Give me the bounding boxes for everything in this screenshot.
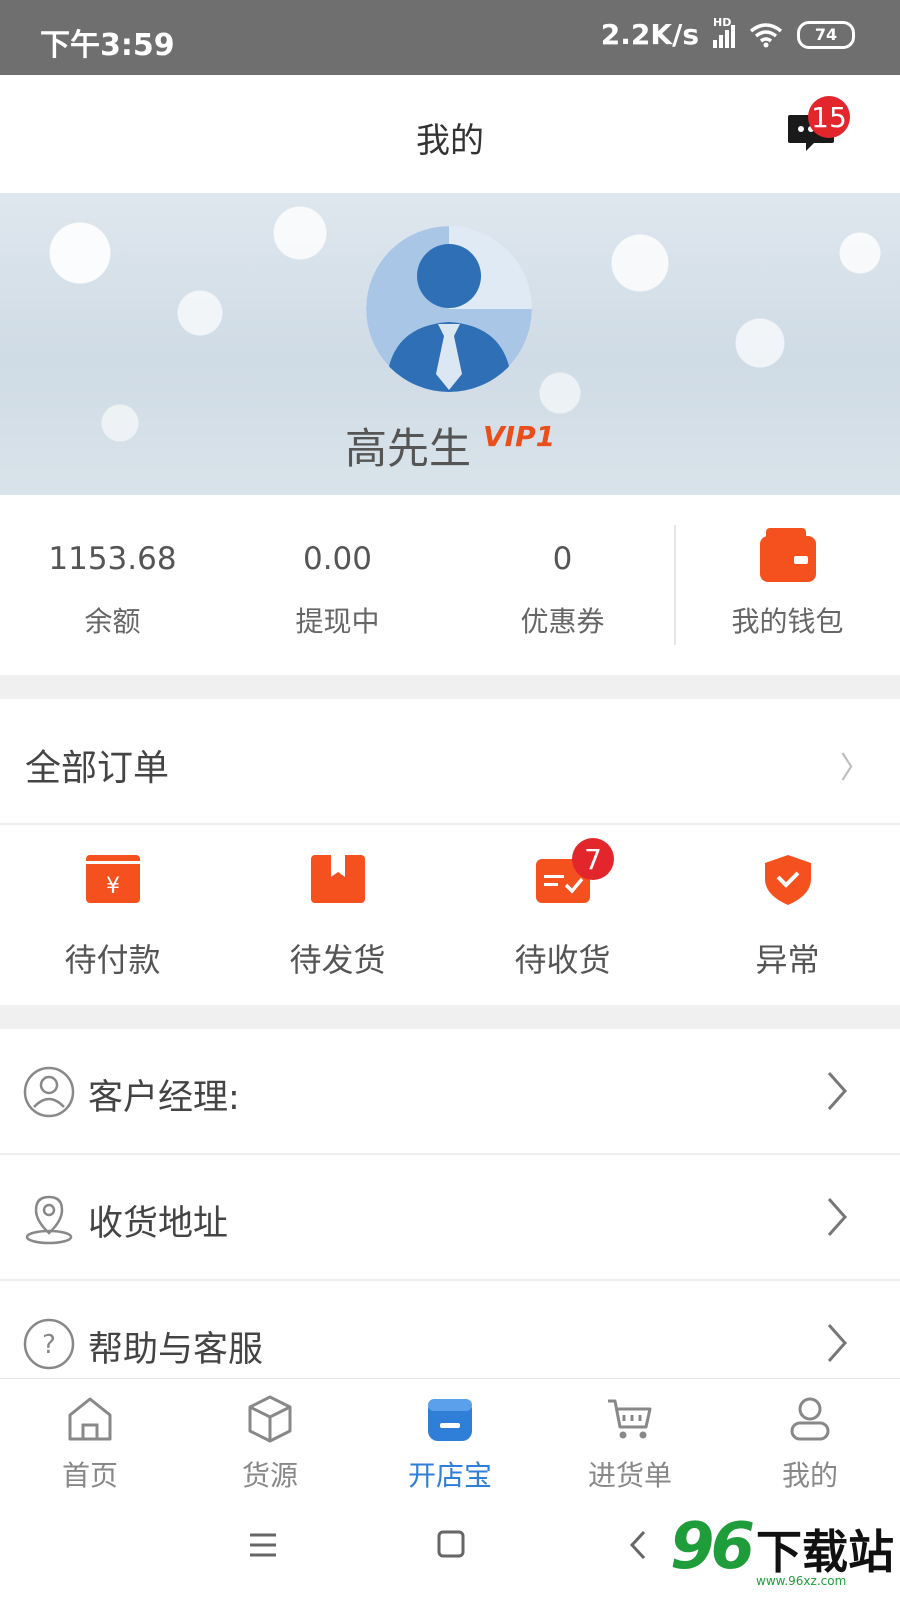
- menu-shipping-address[interactable]: 收货地址: [0, 1155, 900, 1279]
- order-status-grid: ¥ 待付款 待发货 待收货 异常: [0, 825, 900, 1005]
- order-pending-shipment[interactable]: 待发货: [225, 825, 450, 1005]
- order-pending-receipt[interactable]: 待收货: [450, 825, 675, 1005]
- wallet-icon: [760, 528, 816, 582]
- stat-value: 0: [552, 541, 573, 577]
- user-name: 高先生: [345, 424, 472, 473]
- all-orders-title: 全部订单: [25, 748, 170, 789]
- stat-coupons[interactable]: 0 优惠券: [450, 495, 675, 675]
- menu-help-service[interactable]: ? 帮助与客服: [0, 1281, 900, 1378]
- location-pin-icon: [25, 1195, 73, 1245]
- all-orders-row[interactable]: 全部订单 〉: [0, 699, 900, 823]
- chevron-right-icon: [827, 1072, 848, 1110]
- watermark-number: 96: [670, 1510, 755, 1584]
- stat-value: 0.00: [302, 541, 373, 577]
- order-label: 待发货: [289, 941, 386, 979]
- signal-icon: HD: [713, 16, 735, 48]
- tab-purchase-list[interactable]: 进货单: [540, 1379, 720, 1497]
- wifi-icon: [749, 22, 783, 47]
- tab-label: 首页: [61, 1459, 118, 1492]
- package-icon: [311, 855, 365, 903]
- tab-home[interactable]: 首页: [0, 1379, 180, 1497]
- avatar-person-icon: [366, 226, 532, 392]
- tab-label: 开店宝: [407, 1459, 492, 1492]
- menu-account-manager[interactable]: 客户经理:: [0, 1029, 900, 1153]
- help-icon: ?: [23, 1318, 75, 1370]
- bottom-tab-bar: 首页 货源 开店宝 进货单 我的: [0, 1378, 900, 1497]
- status-time: 下午3:59: [40, 28, 175, 63]
- tab-label: 货源: [241, 1459, 298, 1492]
- tab-label: 我的: [781, 1459, 838, 1492]
- svg-text:¥: ¥: [106, 874, 120, 899]
- watermark-url: www.96xz.com: [756, 1574, 847, 1588]
- section-gap: [0, 1005, 900, 1029]
- order-label: 待收货: [514, 941, 611, 979]
- order-label: 异常: [755, 941, 820, 979]
- chevron-right-icon: [827, 1198, 848, 1236]
- menu-icon[interactable]: [248, 1532, 278, 1558]
- stat-label: 优惠券: [520, 605, 605, 638]
- menu-label: 客户经理:: [88, 1078, 240, 1118]
- stat-label: 提现中: [295, 605, 380, 638]
- home-icon: [68, 1397, 112, 1441]
- watermark: 96 下载站 www.96xz.com: [670, 1510, 894, 1588]
- stat-balance[interactable]: 1153.68 余额: [0, 495, 225, 675]
- order-receipt-badge: 7: [572, 838, 614, 880]
- page-header: 我的: [0, 75, 900, 193]
- tab-mine[interactable]: 我的: [720, 1379, 900, 1497]
- shield-icon: [765, 855, 811, 905]
- store-icon: [428, 1399, 472, 1441]
- order-pending-payment[interactable]: ¥ 待付款: [0, 825, 225, 1005]
- cube-icon: [248, 1395, 292, 1443]
- pay-card-icon: ¥: [86, 855, 140, 903]
- chevron-right-icon: 〉: [840, 751, 870, 786]
- svg-text:?: ?: [42, 1330, 56, 1360]
- wallet-label: 我的钱包: [731, 605, 844, 638]
- status-indicators: 2.2K/s HD 74: [600, 16, 855, 51]
- back-icon[interactable]: [628, 1529, 648, 1561]
- wallet-button[interactable]: 我的钱包: [675, 495, 900, 675]
- stat-value: 1153.68: [48, 541, 177, 577]
- battery-indicator: 74: [797, 20, 855, 49]
- tab-label: 进货单: [587, 1459, 672, 1492]
- account-stats: 1153.68 余额 0.00 提现中 0 优惠券 我的钱包: [0, 495, 900, 675]
- message-badge: 15: [808, 96, 850, 138]
- tab-store[interactable]: 开店宝: [360, 1379, 540, 1497]
- stat-withdrawing[interactable]: 0.00 提现中: [225, 495, 450, 675]
- section-gap: [0, 675, 900, 699]
- cart-icon: [608, 1399, 652, 1439]
- avatar[interactable]: [366, 226, 532, 392]
- menu-label: 帮助与客服: [88, 1330, 264, 1370]
- tab-goods-source[interactable]: 货源: [180, 1379, 360, 1497]
- page-title: 我的: [416, 121, 484, 161]
- order-exception[interactable]: 异常: [675, 825, 900, 1005]
- hd-label: HD: [713, 15, 732, 29]
- stat-label: 余额: [84, 605, 141, 638]
- order-label: 待付款: [64, 941, 161, 979]
- person-icon: [790, 1397, 830, 1441]
- home-square-icon[interactable]: [436, 1529, 466, 1559]
- user-circle-icon: [23, 1066, 75, 1118]
- vip-badge: VIP1: [483, 420, 556, 453]
- status-bar: 下午3:59 2.2K/s HD 74: [0, 0, 900, 75]
- chevron-right-icon: [827, 1324, 848, 1362]
- network-speed: 2.2K/s: [600, 18, 699, 51]
- stats-divider: [674, 525, 676, 645]
- watermark-text: 下载站: [756, 1525, 894, 1579]
- menu-label: 收货地址: [88, 1204, 229, 1244]
